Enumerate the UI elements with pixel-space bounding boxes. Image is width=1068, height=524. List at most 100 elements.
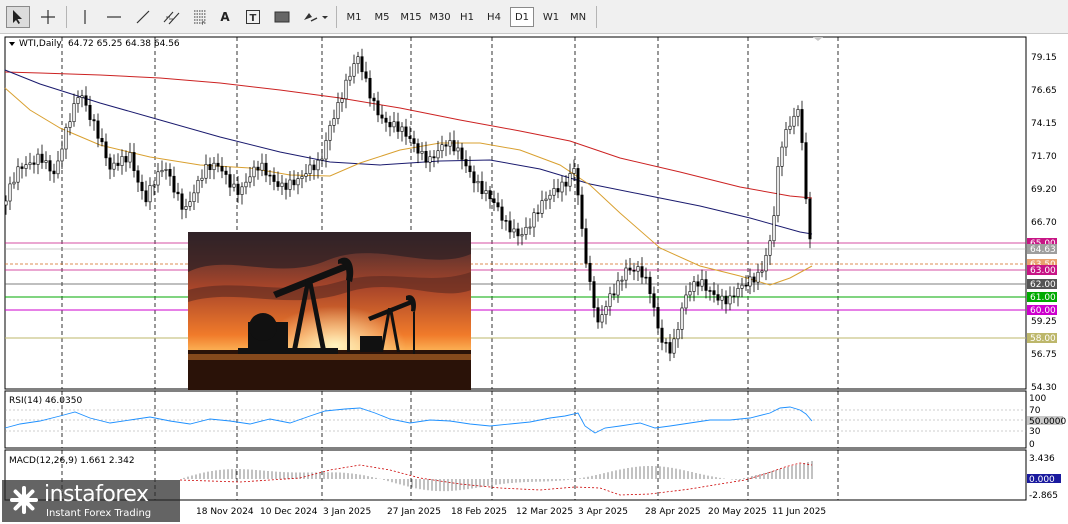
candle-body — [380, 114, 384, 119]
candle-body — [556, 188, 560, 193]
oil-pump-photo — [188, 232, 471, 390]
text-icon[interactable]: A — [214, 6, 236, 28]
candle-body — [536, 212, 540, 215]
toolbar-separator — [336, 6, 337, 28]
candle-body — [448, 140, 452, 147]
candle-body — [180, 193, 184, 210]
candle-body — [96, 120, 100, 139]
candle-body — [592, 281, 596, 308]
candle-body — [452, 140, 456, 152]
candle-body — [484, 190, 488, 194]
date-tick: 3 Jan 2025 — [323, 507, 371, 517]
candle-body — [160, 170, 164, 173]
candle-body — [200, 177, 204, 181]
candle-body — [788, 125, 792, 130]
symbol-header: WTI,Daily 64.72 65.25 64.38 64.56 — [9, 39, 180, 49]
candle-body — [492, 198, 496, 203]
trendline-icon[interactable] — [131, 6, 155, 28]
timeframe-mn[interactable]: MN — [566, 7, 590, 27]
candle-body — [280, 182, 284, 187]
price-tick: 79.15 — [1031, 53, 1057, 63]
candle-body — [356, 56, 360, 64]
channel-icon[interactable] — [160, 6, 184, 28]
candle-body — [688, 291, 692, 296]
candle-body — [696, 281, 700, 287]
timeframe-h1[interactable]: H1 — [455, 7, 479, 27]
timeframe-w1[interactable]: W1 — [539, 7, 563, 27]
vertical-line-icon[interactable] — [74, 6, 96, 28]
candle-body — [436, 150, 440, 159]
candle-body — [768, 240, 772, 256]
candle-body — [60, 148, 64, 162]
candle-body — [416, 143, 420, 154]
candle-body — [512, 228, 516, 233]
timeframe-d1[interactable]: D1 — [510, 7, 534, 27]
candle-body — [808, 198, 812, 240]
rsi-level: 100 — [1029, 394, 1046, 404]
rsi-current: 50.0000 — [1029, 417, 1066, 427]
candle-body — [660, 327, 664, 343]
level-tag-62: 62.00 — [1030, 280, 1056, 290]
candle-body — [52, 170, 56, 175]
date-tick: 28 Apr 2025 — [645, 507, 701, 517]
candle-body — [420, 150, 424, 154]
ohlc-values: 64.72 65.25 64.38 64.56 — [68, 39, 180, 49]
candle-body — [584, 228, 588, 264]
candle-body — [748, 276, 752, 287]
candle-body — [760, 270, 764, 273]
candle-body — [580, 194, 584, 229]
level-tag-63: 63.00 — [1030, 266, 1056, 276]
candle-body — [392, 121, 396, 128]
candle-body — [136, 170, 140, 183]
candle-body — [680, 307, 684, 330]
candle-body — [372, 97, 376, 102]
crosshair-icon[interactable] — [36, 6, 60, 28]
candle-body — [508, 220, 512, 233]
cursor-icon[interactable] — [6, 6, 30, 28]
text-label-icon[interactable]: T — [242, 6, 264, 28]
timeframe-m1[interactable]: M1 — [342, 7, 366, 27]
candle-body — [264, 162, 268, 176]
date-tick: 27 Jan 2025 — [387, 507, 441, 517]
timeframe-m15[interactable]: M15 — [397, 7, 425, 27]
timeframe-m30[interactable]: M30 — [426, 7, 454, 27]
candle-body — [504, 220, 508, 222]
price-tick: 74.15 — [1031, 119, 1057, 129]
candle-body — [804, 142, 808, 200]
candle-body — [36, 153, 40, 165]
timeframe-h4[interactable]: H4 — [482, 7, 506, 27]
rectangle-icon[interactable] — [270, 6, 294, 28]
candle-body — [296, 178, 300, 186]
candle-body — [648, 276, 652, 294]
candle-body — [48, 160, 52, 172]
candle-body — [684, 294, 688, 309]
candle-body — [28, 162, 32, 165]
price-tick: 54.30 — [1031, 383, 1057, 393]
fibonacci-icon[interactable]: F — [188, 6, 212, 28]
candle-body — [208, 164, 212, 171]
candle-body — [220, 165, 224, 172]
timeframe-m5[interactable]: M5 — [370, 7, 394, 27]
price-tick: 66.70 — [1031, 218, 1057, 228]
candle-body — [468, 165, 472, 173]
main-chart-frame — [4, 36, 1027, 390]
candle-body — [144, 190, 148, 203]
candle-body — [204, 164, 208, 179]
candle-body — [352, 63, 356, 77]
candle-body — [668, 342, 672, 354]
horizontal-line-icon[interactable] — [102, 6, 126, 28]
candle-body — [740, 284, 744, 289]
candle-body — [756, 271, 760, 283]
chart-window[interactable]: 79.15 76.65 74.15 71.70 69.20 66.70 59.2… — [0, 34, 1068, 524]
candle-body — [628, 267, 632, 271]
shapes-dropdown-icon[interactable] — [300, 6, 330, 28]
toolbar-separator — [66, 6, 67, 28]
candle-body — [120, 156, 124, 166]
candle-body — [472, 171, 476, 184]
macd-level: 3.436 — [1029, 454, 1055, 464]
candle-body — [360, 56, 364, 73]
logo-tagline: Instant Forex Trading — [46, 508, 152, 519]
candle-body — [236, 183, 240, 195]
candle-body — [24, 164, 28, 169]
rsi-level: 0 — [1029, 440, 1035, 450]
